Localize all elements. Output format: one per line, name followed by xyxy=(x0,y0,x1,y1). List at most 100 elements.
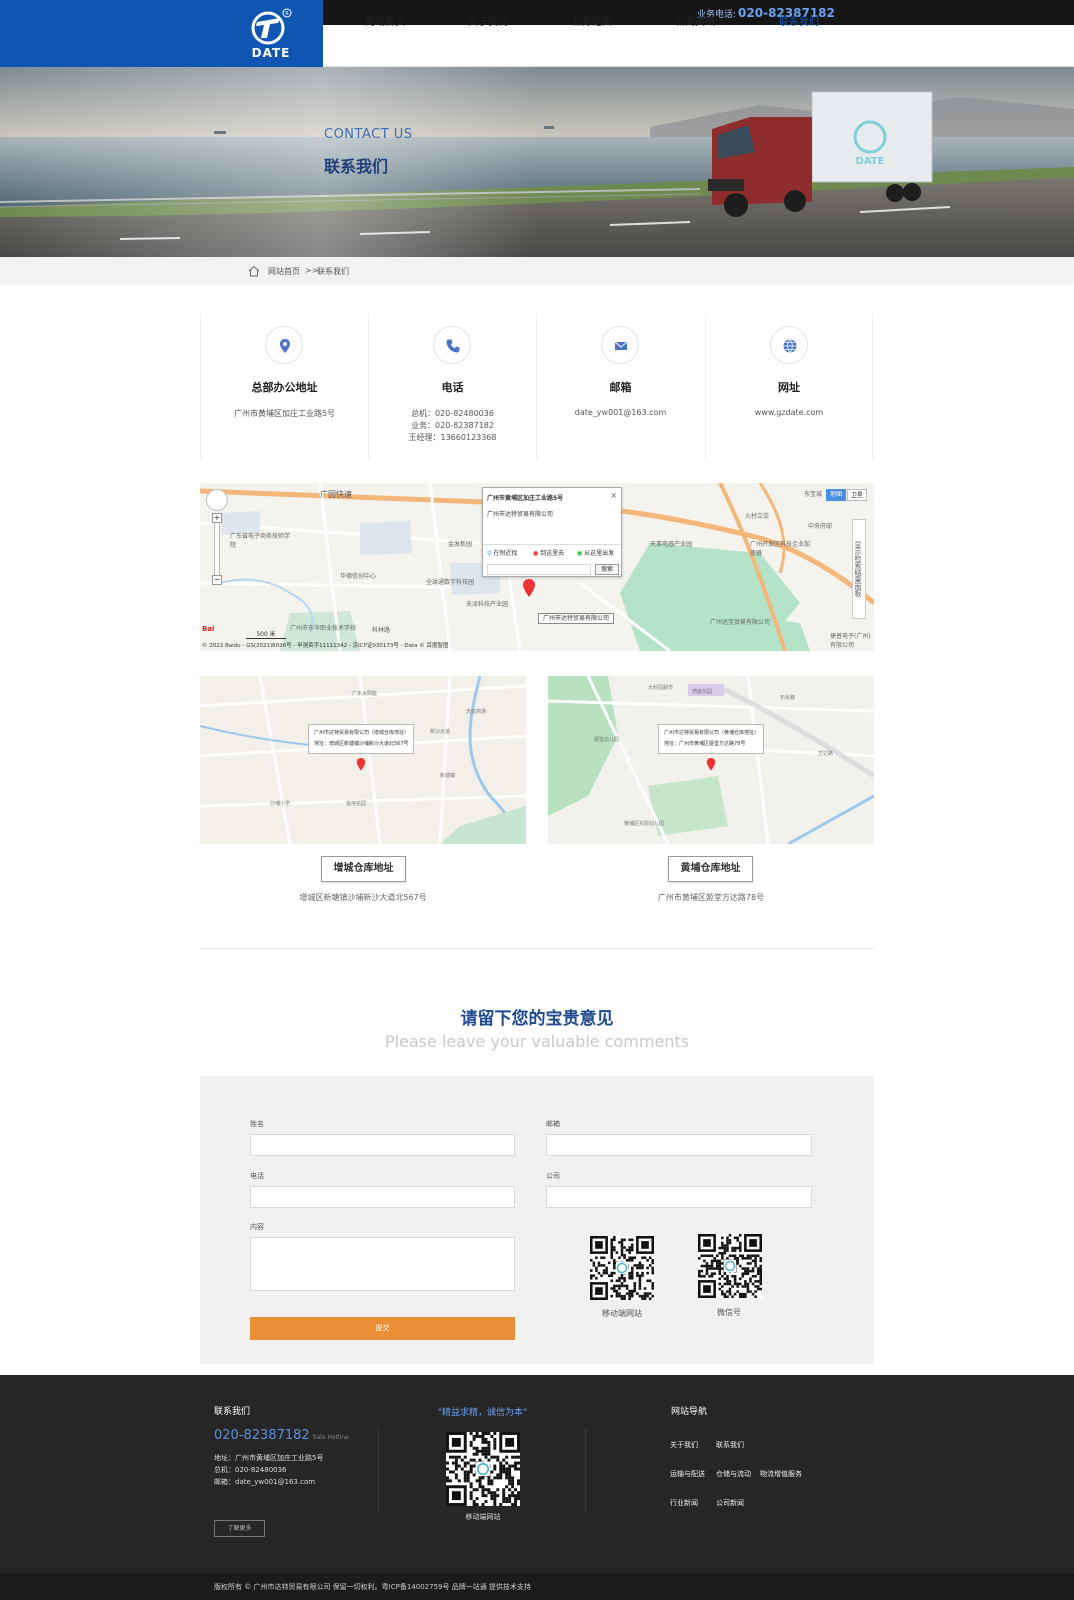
zengcheng-warehouse-button[interactable]: 增城仓库地址 xyxy=(321,856,406,882)
route-from-action[interactable]: ● 从这里出发 xyxy=(577,548,614,557)
zoom-out-button[interactable]: − xyxy=(212,575,222,585)
close-icon[interactable]: × xyxy=(610,491,617,500)
nav-item-about[interactable]: 关于我们 xyxy=(468,13,508,28)
footer-divider xyxy=(585,1428,586,1512)
map-label: 广州市东华职业技术学校 xyxy=(290,625,357,632)
name-input[interactable] xyxy=(250,1134,515,1156)
logo-icon[interactable]: R xyxy=(248,8,292,46)
nav-item-news[interactable]: 新闻资讯 xyxy=(675,13,715,28)
map-label: 科林路 xyxy=(372,627,391,634)
huangpu-warehouse-button[interactable]: 黄埔仓库地址 xyxy=(668,856,753,882)
phone-input[interactable] xyxy=(250,1186,515,1208)
banner-title-cn: 联系我们 xyxy=(324,157,389,176)
map-label: 全球通数字科技园 xyxy=(426,579,475,586)
truck-logo-text: DATE xyxy=(856,156,885,167)
email-input[interactable] xyxy=(546,1134,812,1156)
breadcrumb xyxy=(0,257,1074,285)
hero-banner: DATE xyxy=(0,67,1074,257)
search-icon: ⚲ xyxy=(487,550,492,557)
map-info-window: 广州市黄埔区加庄工业路5号 × 广州市达特贸易有限公司 ⚲ 在附近找 ● 到这里… xyxy=(482,487,622,577)
map-marker-icon[interactable] xyxy=(356,758,366,772)
card-line: 广州市黄埔区加庄工业路5号 xyxy=(233,409,336,418)
footer-nav-title: 网站导航 xyxy=(671,1407,708,1417)
card-line: 总机：020-82480036 xyxy=(411,409,494,418)
info-window-address: 地址：广州市黄埔区姬堂方达路78号 xyxy=(664,741,746,747)
nav-item-contact[interactable]: 联系我们 xyxy=(779,13,819,28)
map-label: 华德信创中心 xyxy=(340,573,377,580)
pin-icon: ● xyxy=(577,550,583,557)
mail-icon xyxy=(601,326,639,364)
huangpu-map[interactable]: 大科园超市 德盛花园 石化路 姬堂幼儿园 方达路 黄埔区实验幼儿园 广州市达特贸… xyxy=(548,676,874,844)
map-scale: 500 米 xyxy=(246,629,286,639)
contact-card-address: 总部办公地址 广州市黄埔区加庄工业路5号 xyxy=(200,314,368,460)
map-label: 金地花园 xyxy=(346,801,367,807)
map-label: 黄埔区实验幼儿园 xyxy=(624,821,665,827)
breadcrumb-home[interactable]: 网站首页 xyxy=(268,266,300,277)
map-label: 广州达宝贸易有限公司 xyxy=(710,619,771,626)
card-title: 总部办公地址 xyxy=(251,381,318,394)
footer-link-industry-news[interactable]: 行业新闻 xyxy=(670,1498,698,1508)
learn-more-button[interactable]: 了解更多 xyxy=(214,1520,265,1537)
map-label: 新沙大道 xyxy=(430,729,451,735)
map-marker-icon[interactable] xyxy=(706,758,716,772)
contact-card-website: 网址 www.gzdate.com xyxy=(705,314,873,460)
footer-link-transport[interactable]: 运输与配送 xyxy=(670,1469,705,1479)
map-type-satellite-button[interactable]: 卫星 xyxy=(847,489,867,501)
breadcrumb-current: 联系我们 xyxy=(317,267,349,276)
zengcheng-map[interactable]: 广东太阳能 新沙大道 沙埔小学 天虹商场 新塘镇 金地花园 广州市达特贸易有限公… xyxy=(200,676,526,844)
footer-email: 邮箱：date_yw001@163.com xyxy=(214,1478,316,1486)
mobile-site-qr-caption: 移动端网站 xyxy=(602,1309,642,1318)
nav-item-business[interactable]: 业务范围 xyxy=(572,13,612,28)
map-label: 天泽科技产业园 xyxy=(466,601,509,608)
footer-qr-icon xyxy=(446,1432,520,1506)
phone-label: 电话 xyxy=(250,1172,264,1180)
footer-divider xyxy=(378,1428,379,1512)
footer-link-value-added[interactable]: 物流增值服务 xyxy=(760,1469,802,1479)
map-label: 石化路 xyxy=(780,695,796,701)
banner-title-en: CONTACT US xyxy=(324,127,413,142)
footer-slogan: "精益求精，诚信为本" xyxy=(437,1408,528,1418)
phone-icon xyxy=(433,326,471,364)
footer-link-contact[interactable]: 联系我们 xyxy=(716,1440,744,1450)
map-result-panel-toggle[interactable]: 显示检索结果面板 xyxy=(852,519,866,619)
submit-button[interactable]: 提交 xyxy=(250,1317,515,1340)
name-label: 姓名 xyxy=(250,1120,264,1128)
nav-item-home[interactable]: 网站首页 xyxy=(365,13,405,28)
company-input[interactable] xyxy=(546,1186,812,1208)
card-line[interactable]: www.gzdate.com xyxy=(706,408,872,417)
comments-subtitle: Please leave your valuable comments xyxy=(384,1032,690,1051)
map-label: 捷普电子(广州)有限公司 xyxy=(830,633,871,649)
info-window-address: 地址：增城区新塘镇沙埔新沙大道北567号 xyxy=(314,741,409,747)
copyright-bar xyxy=(0,1573,1074,1600)
contact-card-phone: 电话 总机：020-82480036 业务：020-82387182 王经理：1… xyxy=(368,314,536,460)
route-to-action[interactable]: ● 到这里去 xyxy=(533,548,564,557)
map-copyright: © 2022 Baidu - GS(2021)6026号 - 甲测资字11111… xyxy=(202,643,449,649)
map-label: 中央府邸 xyxy=(808,523,833,530)
headquarters-map[interactable]: 广园快速 广东省电子商务技师学院 华德信创中心 金发新园 全球通数字科技园 天泽… xyxy=(200,483,874,651)
map-label: 天事电器产业园 xyxy=(650,541,693,548)
footer-switchboard: 总机：020-82480036 xyxy=(214,1466,287,1474)
zoom-in-button[interactable]: + xyxy=(212,513,222,523)
map-marker-icon[interactable] xyxy=(522,579,536,599)
location-icon xyxy=(265,326,303,364)
map-label: 天虹商场 xyxy=(466,709,487,715)
email-label: 邮箱 xyxy=(546,1120,560,1128)
map-type-map-button[interactable]: 地图 xyxy=(826,489,846,501)
map-label: 德盛花园 xyxy=(692,689,713,695)
warehouse-info-window: 广州市达特贸易有限公司（黄埔仓库地址） 地址：广州市黄埔区姬堂方达路78号 xyxy=(658,724,764,754)
map-label: 新塘镇 xyxy=(440,773,456,779)
card-line[interactable]: date_yw001@163.com xyxy=(537,408,704,417)
nearby-action[interactable]: ⚲ 在附近找 xyxy=(487,548,517,557)
footer-link-about[interactable]: 关于我们 xyxy=(670,1440,698,1450)
map-search-button[interactable]: 搜索 xyxy=(595,564,619,575)
footer-link-storage[interactable]: 仓储与流动 xyxy=(716,1469,751,1479)
card-line: 王经理：13660123368 xyxy=(408,433,497,442)
map-pan-control[interactable] xyxy=(206,489,228,511)
content-textarea[interactable] xyxy=(250,1237,515,1291)
contact-card-email: 邮箱 date_yw001@163.com xyxy=(536,314,704,460)
card-line: 业务：020-82387182 xyxy=(411,421,494,430)
map-search-input[interactable] xyxy=(487,564,591,575)
footer-qr-caption: 移动端网站 xyxy=(465,1513,501,1521)
home-icon xyxy=(248,265,260,277)
footer-link-company-news[interactable]: 公司新闻 xyxy=(716,1498,744,1508)
